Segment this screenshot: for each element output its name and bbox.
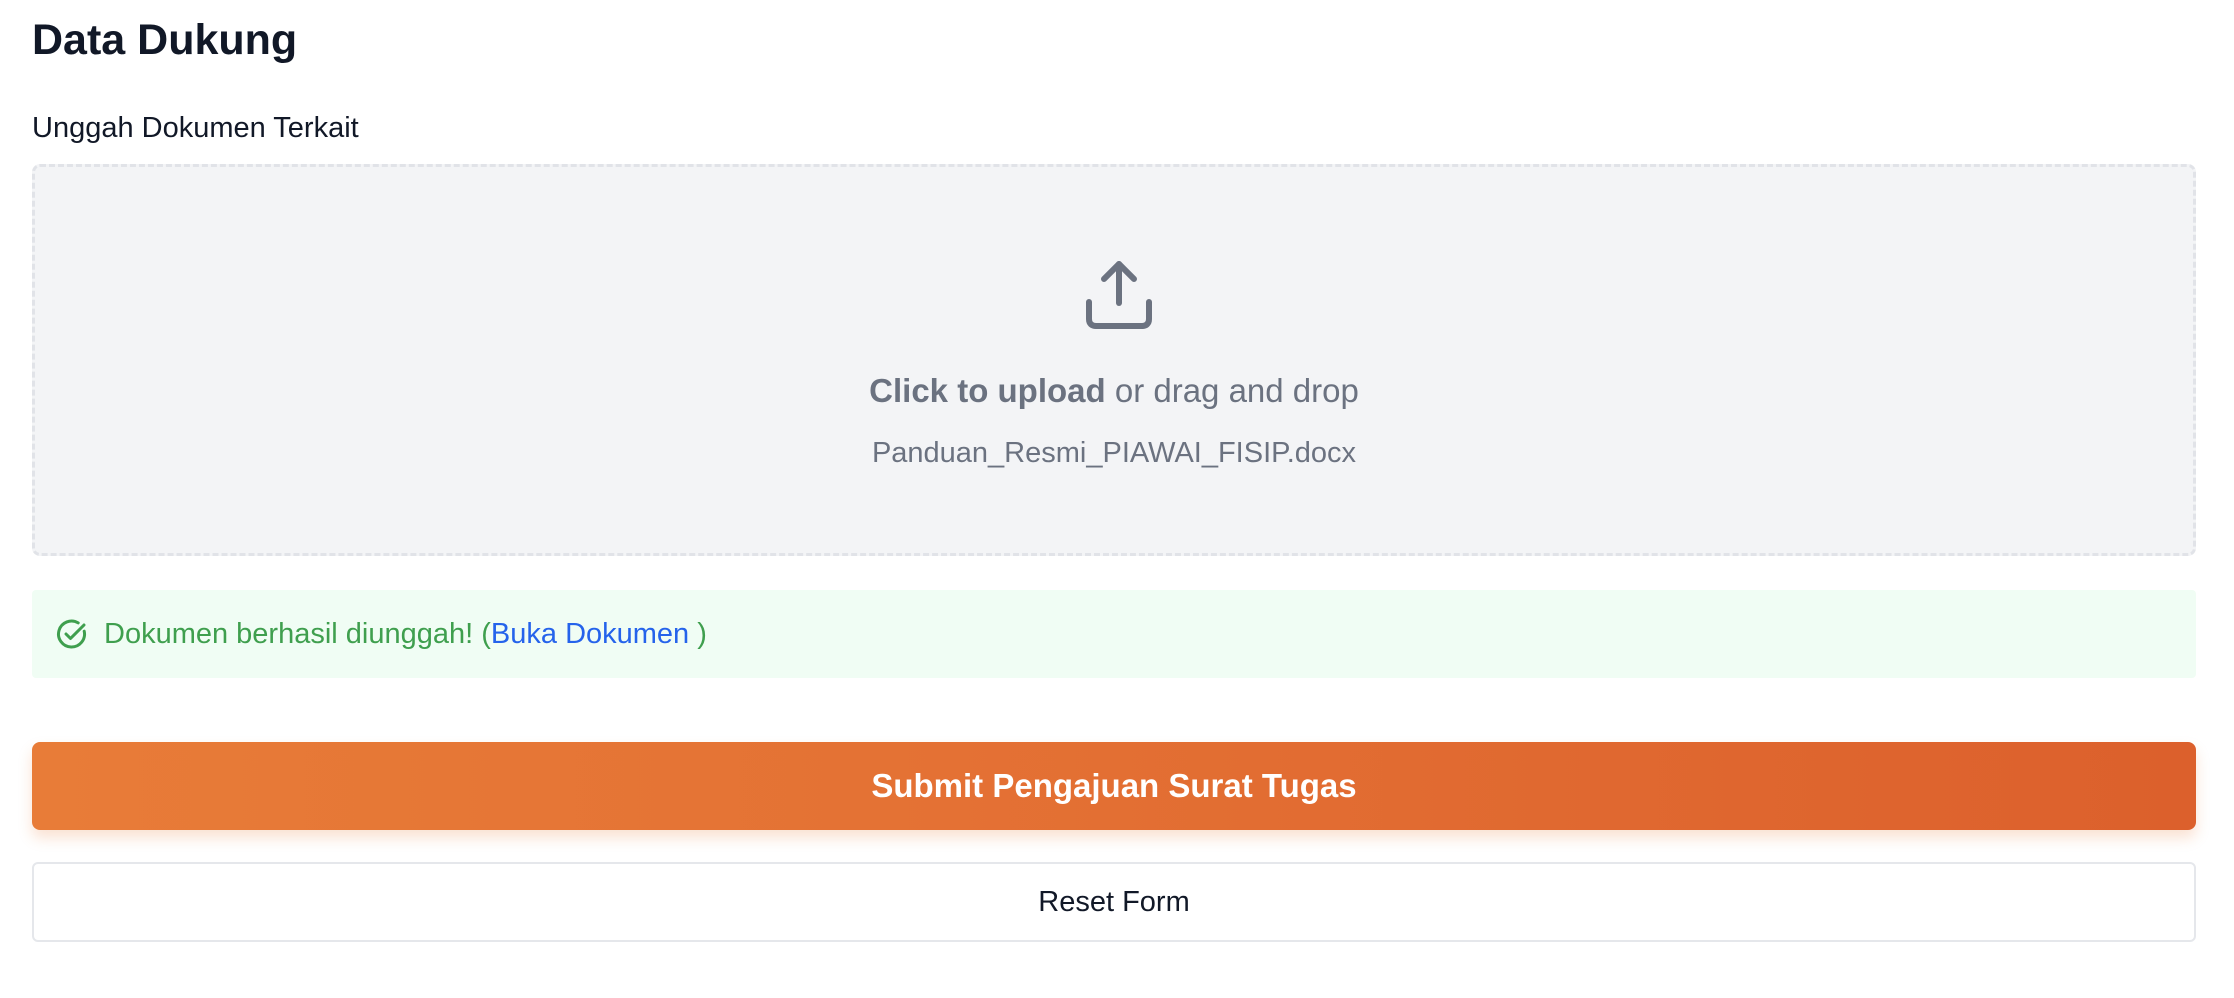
upload-success-message: Dokumen berhasil diunggah! (Buka Dokumen… <box>104 612 707 656</box>
section-title: Data Dukung <box>32 16 298 64</box>
file-upload-dropzone[interactable]: Click to upload or drag and drop Panduan… <box>32 164 2196 556</box>
click-to-upload-text[interactable]: Click to upload <box>869 372 1106 409</box>
upload-instructions: Click to upload or drag and drop <box>35 369 2193 413</box>
success-message-closing: ) <box>689 618 707 650</box>
reset-form-button[interactable]: Reset Form <box>32 862 2196 942</box>
open-document-link[interactable]: Buka Dokumen <box>491 618 689 650</box>
success-message-text: Dokumen berhasil diunggah! ( <box>104 618 491 650</box>
check-circle-icon <box>57 619 87 649</box>
selected-file-name: Panduan_Resmi_PIAWAI_FISIP.docx <box>871 437 1357 469</box>
upload-label: Unggah Dokumen Terkait <box>32 112 359 144</box>
drag-and-drop-text: or drag and drop <box>1105 372 1359 409</box>
submit-request-button[interactable]: Submit Pengajuan Surat Tugas <box>32 742 2196 830</box>
support-data-page: Data Dukung Unggah Dokumen Terkait Click… <box>0 0 2234 998</box>
upload-icon <box>1086 261 1152 329</box>
upload-success-banner: Dokumen berhasil diunggah! (Buka Dokumen… <box>32 590 2196 678</box>
